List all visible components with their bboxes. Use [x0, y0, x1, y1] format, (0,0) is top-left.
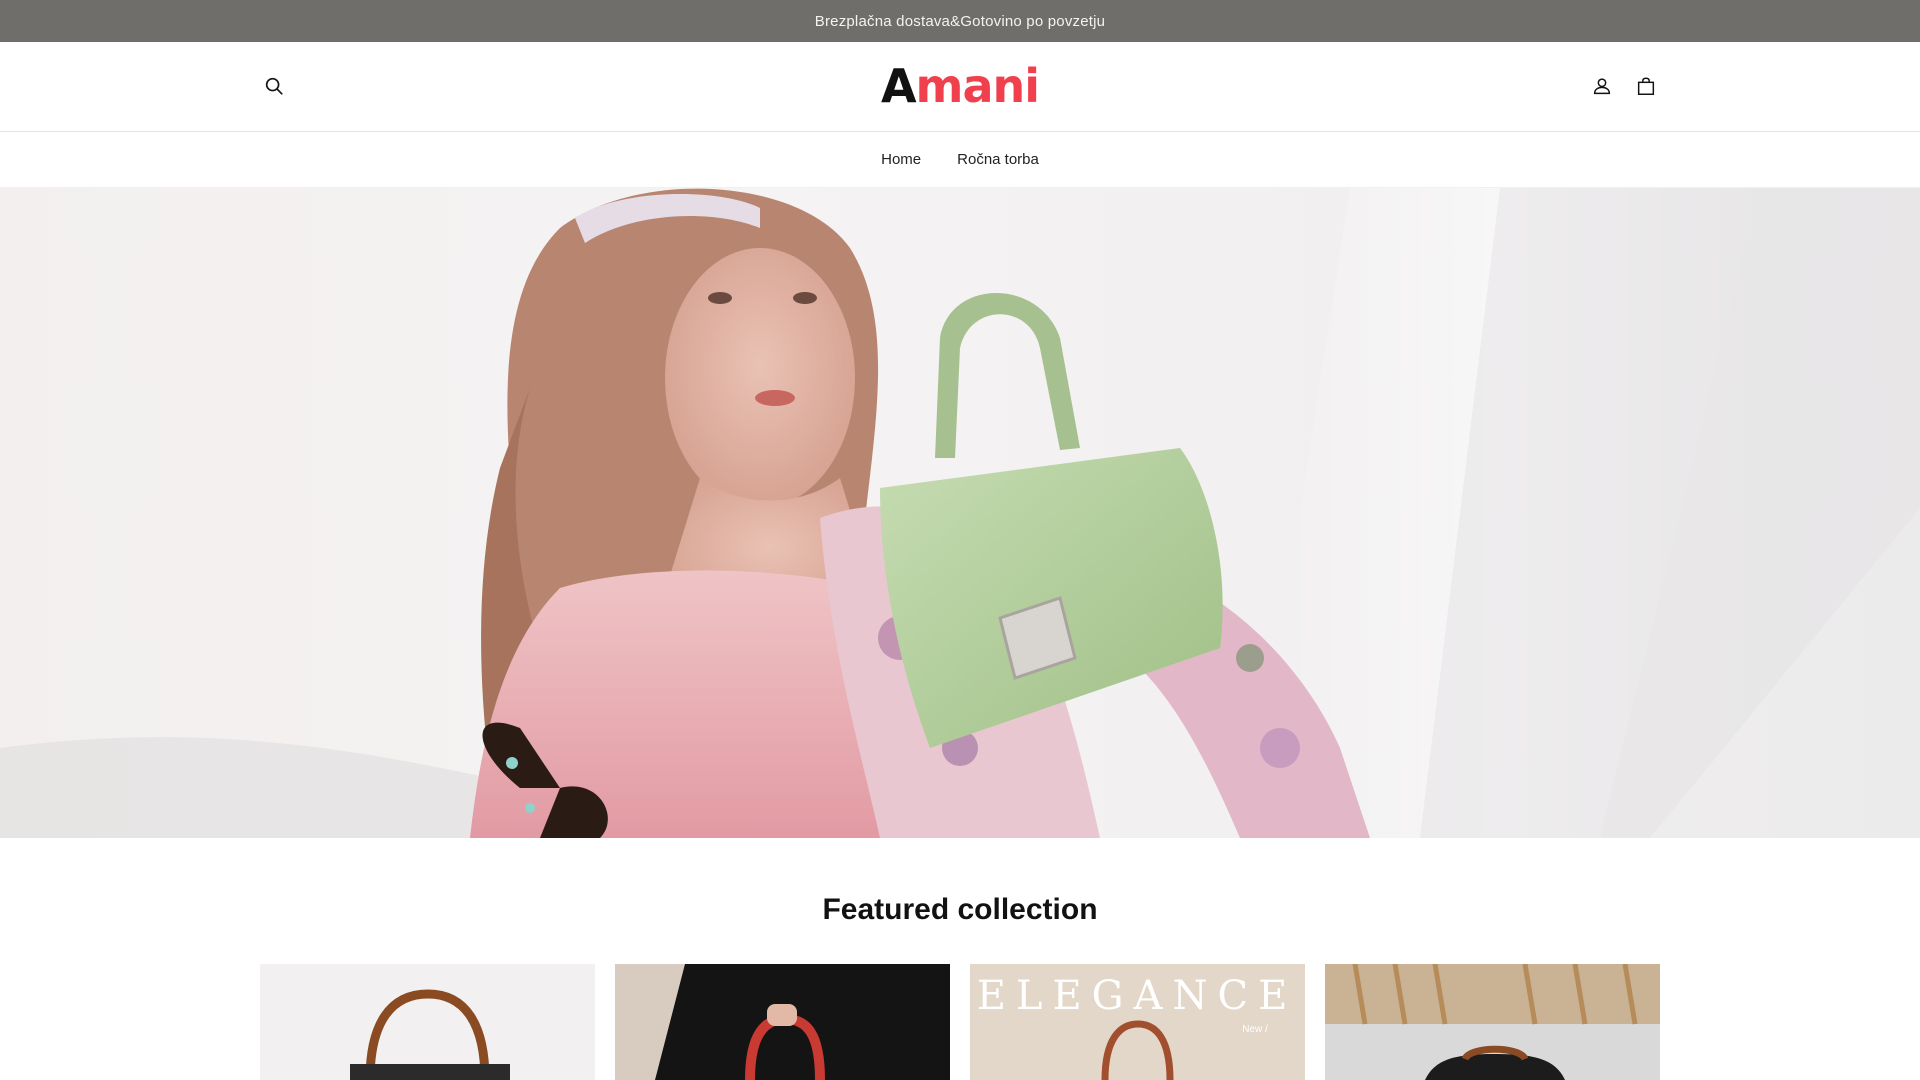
- account-icon: [1593, 78, 1611, 95]
- site-header: Amani: [0, 42, 1920, 132]
- site-logo[interactable]: Amani: [880, 59, 1040, 113]
- logo-first-letter: A: [880, 59, 917, 113]
- account-button[interactable]: [1582, 66, 1622, 106]
- search-icon: [265, 77, 283, 95]
- cart-button[interactable]: [1626, 66, 1666, 106]
- main-nav: Home Ročna torba: [0, 132, 1920, 188]
- elegance-handbag-image: ELEGANCE New /: [970, 964, 1305, 1080]
- product-grid: ELEGANCE New /: [260, 964, 1660, 1080]
- announcement-bar: Brezplačna dostava&Gotovino po povzetju: [0, 0, 1920, 42]
- hero-banner[interactable]: [0, 188, 1920, 838]
- doctor-bag-image: [1325, 964, 1660, 1080]
- hero-image: [0, 188, 1920, 838]
- elegance-overlay-small: New /: [1242, 1024, 1268, 1035]
- red-handbag-image: [615, 964, 950, 1080]
- product-card[interactable]: [1325, 964, 1660, 1080]
- elegance-overlay-text: ELEGANCE: [977, 973, 1298, 1019]
- product-card[interactable]: [615, 964, 950, 1080]
- product-card[interactable]: [260, 964, 595, 1080]
- logo-rest: mani: [915, 59, 1040, 113]
- shopping-bag-icon: [1637, 77, 1655, 95]
- product-card[interactable]: ELEGANCE New /: [970, 964, 1305, 1080]
- featured-collection-title: Featured collection: [822, 893, 1098, 926]
- nav-item-home[interactable]: Home: [881, 151, 921, 168]
- nav-item-rocna-torba[interactable]: Ročna torba: [957, 151, 1039, 168]
- brown-leather-handbag-image: [260, 964, 595, 1080]
- announcement-text: Brezplačna dostava&Gotovino po povzetju: [814, 12, 1106, 30]
- search-button[interactable]: [254, 66, 294, 106]
